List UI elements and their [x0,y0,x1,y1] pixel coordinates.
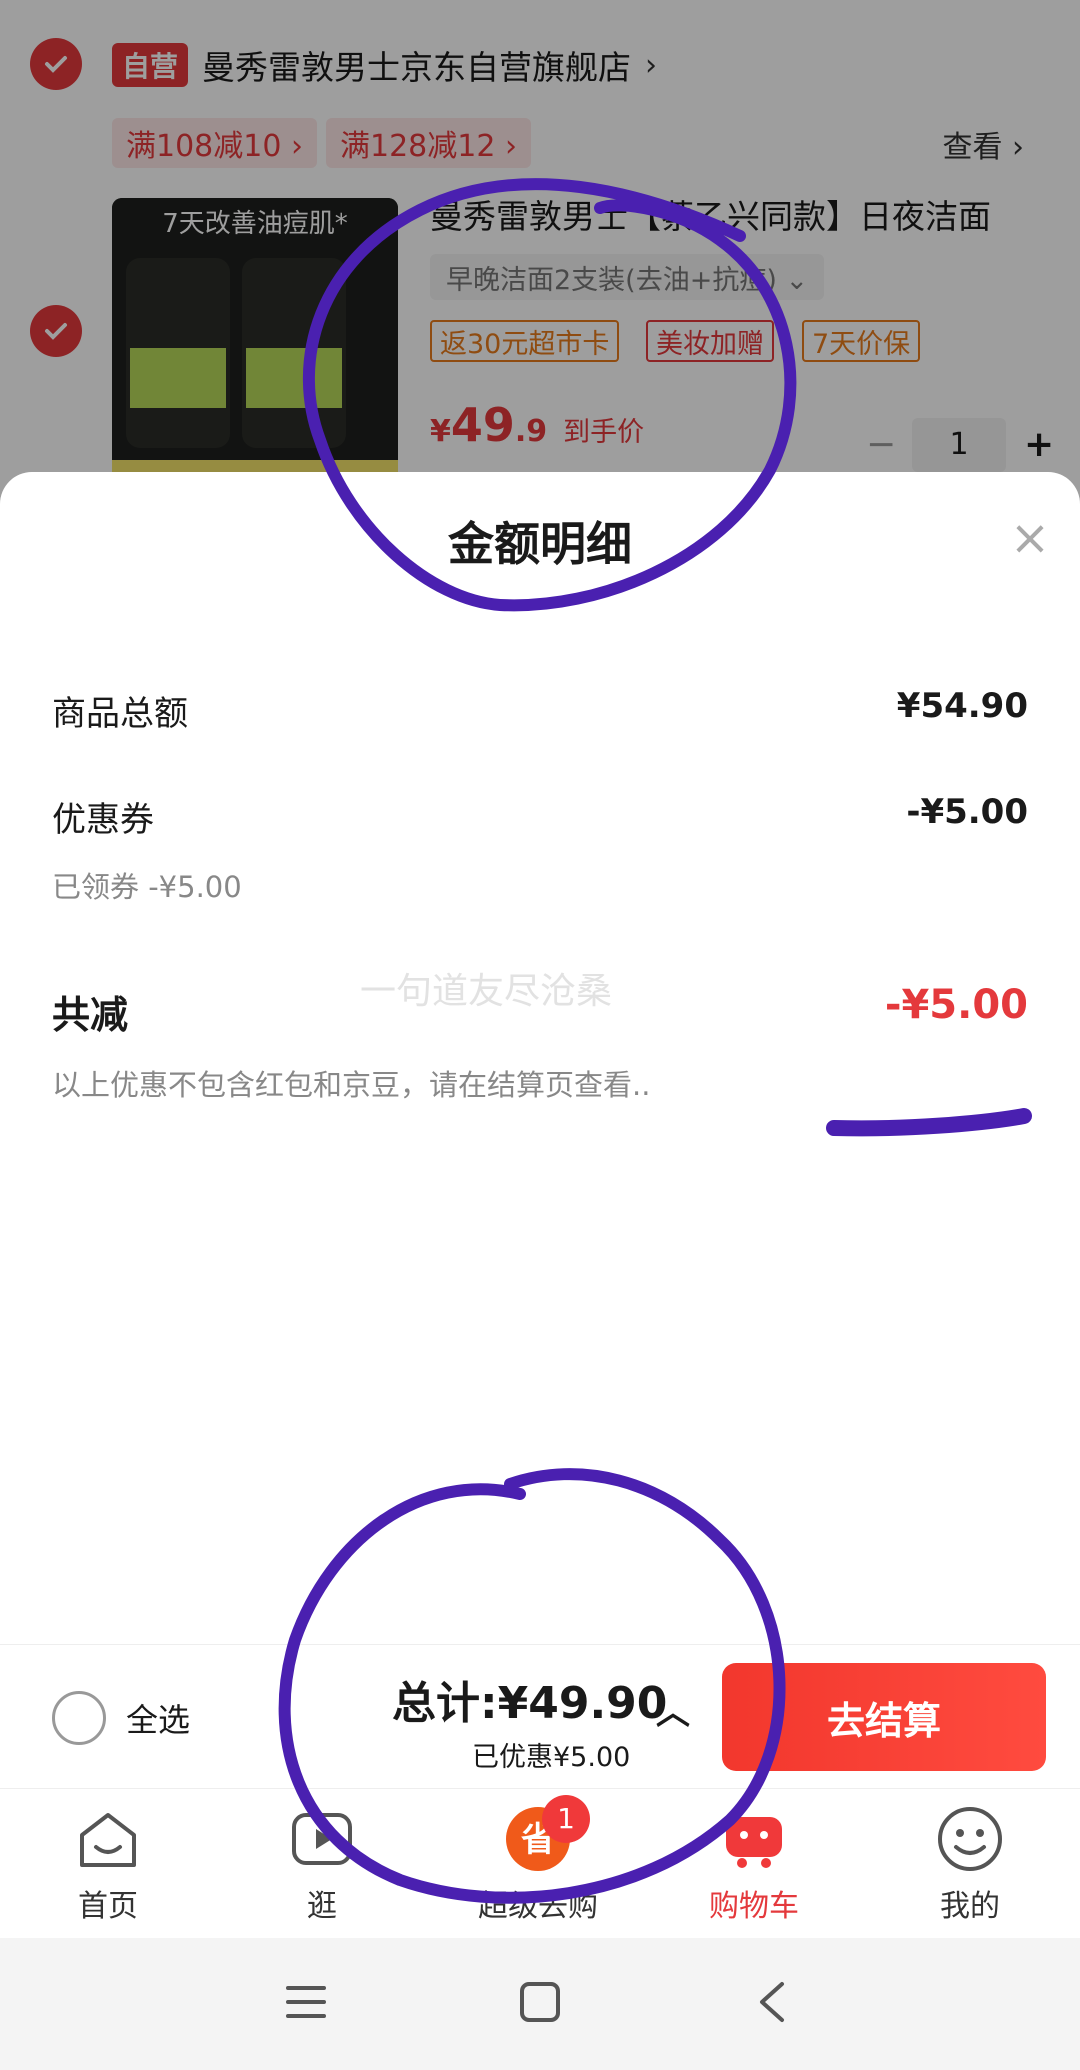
subtotal-value: ¥54.90 [896,686,1028,726]
chevron-up-icon[interactable]: ︿ [656,1685,690,1734]
tab-label: 我的 [940,1889,1000,1924]
checkout-button[interactable]: 去结算 [722,1663,1046,1771]
tab-cart[interactable]: 购物车 [684,1803,824,1925]
sheet-title: 金额明细 [448,517,632,571]
tab-me[interactable]: 我的 [900,1803,1040,1925]
total-price: 总计:¥49.90 [392,1678,668,1729]
watermark-text: 一句道友尽沧桑 [360,971,613,1012]
discount-disclaimer: 以上优惠不包含红包和京豆，请在结算页查看.. [52,1068,651,1102]
tab-label: 首页 [78,1889,138,1924]
cart-icon [718,1803,790,1875]
coupon-value: -¥5.00 [906,792,1028,832]
notification-badge: 1 [542,1795,590,1843]
amount-details-sheet: 金额明细 × 商品总额 ¥54.90 优惠券 -¥5.00 已领券 -¥5.00… [0,472,1080,1644]
select-all-checkbox[interactable] [52,1691,106,1745]
home-icon [72,1803,144,1875]
coupon-label: 优惠券 [52,800,154,840]
smiley-icon [934,1803,1006,1875]
system-nav-bar [0,1938,1080,2070]
modal-overlay[interactable] [0,0,1080,520]
saved-amount: 已优惠¥5.00 [472,1742,631,1773]
tab-label: 购物车 [709,1889,799,1924]
select-all-label[interactable]: 全选 [126,1695,190,1741]
back-icon[interactable] [752,1980,796,2024]
cart-background: 自营 曼秀雷敦男士京东自营旗舰店 › 满108减10 › 满128减12 › 查… [0,0,1080,520]
tab-super-save[interactable]: 省 1 超级去购 [468,1795,608,1925]
total-discount-label: 共减 [52,993,129,1037]
tab-home[interactable]: 首页 [38,1803,178,1925]
checkout-bar: 全选 总计:¥49.90 已优惠¥5.00 ︿ 去结算 [0,1644,1080,1788]
coupon-note: 已领券 -¥5.00 [52,870,242,904]
menu-icon[interactable] [284,1980,328,2024]
tab-browse[interactable]: 逛 [252,1803,392,1925]
bottom-tab-bar: 首页 逛 省 1 超级去购 购物车 我的 [0,1788,1080,1938]
tab-label: 超级去购 [478,1889,598,1924]
subtotal-label: 商品总额 [52,694,188,734]
tab-label: 逛 [307,1889,337,1924]
close-icon[interactable]: × [1008,514,1052,562]
save-icon: 省 1 [502,1795,590,1875]
total-discount-value: -¥5.00 [884,982,1028,1028]
play-icon [286,1803,358,1875]
home-button-icon[interactable] [518,1980,562,2024]
